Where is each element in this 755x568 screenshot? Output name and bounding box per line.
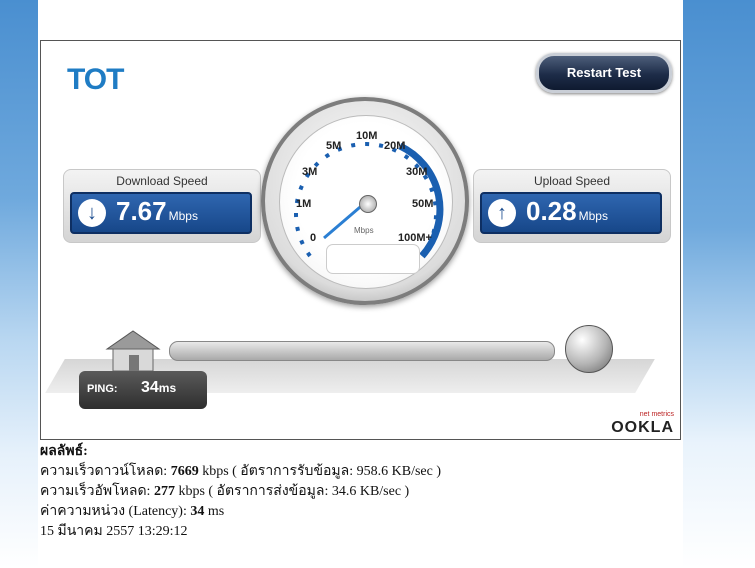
upload-arrow-icon: ↑: [488, 199, 516, 227]
gauge-label-1m: 1M: [296, 198, 312, 210]
tot-logo: TOT: [67, 63, 124, 96]
gauge-label-30m: 30M: [406, 166, 428, 178]
download-speed-title: Download Speed: [116, 174, 208, 188]
gauge-label-3m: 3M: [302, 166, 318, 178]
gauge-label-20m: 20M: [384, 140, 406, 152]
download-speed-value: 7.67 Mbps: [116, 196, 198, 226]
upload-speed-value: 0.28 Mbps: [526, 196, 608, 226]
gauge-face: 0 1M 3M 5M 10M 20M 30M 50M 100M+ Mbps: [279, 115, 453, 289]
speedtest-widget: TOT Restart Test Download Speed ↓ 7.67 Mb…: [40, 40, 681, 440]
gauge-unit: Mbps: [354, 226, 374, 235]
sky-background-left: [0, 0, 38, 568]
restart-test-button[interactable]: Restart Test: [536, 53, 672, 93]
ping-label: PING:: [87, 383, 118, 395]
download-speed-box: ↓ 7.67 Mbps: [70, 192, 252, 234]
ping-box: PING: 34ms: [79, 371, 207, 409]
ookla-logo: net metrics OOKLA: [611, 411, 674, 436]
results-header: ผลลัพธ์:: [40, 444, 88, 459]
download-arrow-icon: ↓: [78, 199, 106, 227]
upload-speed-title: Upload Speed: [533, 174, 611, 188]
download-speed-panel: Download Speed ↓ 7.67 Mbps: [63, 169, 261, 243]
speed-gauge: 0 1M 3M 5M 10M 20M 30M 50M 100M+ Mbps: [261, 97, 469, 305]
globe-icon: [565, 325, 613, 373]
ping-value: 34ms: [141, 379, 177, 396]
result-download-line: ความเร็วดาวน์โหลด: 7669 kbps ( อัตราการร…: [40, 464, 441, 479]
result-upload-line: ความเร็วอัพโหลด: 277 kbps ( อัตราการส่งข…: [40, 484, 410, 499]
gauge-label-0: 0: [310, 232, 317, 244]
upload-speed-panel: Upload Speed ↑ 0.28 Mbps: [473, 169, 671, 243]
house-icon: [105, 330, 161, 372]
upload-speed-box: ↑ 0.28 Mbps: [480, 192, 662, 234]
gauge-hub: [359, 195, 377, 213]
gauge-label-5m: 5M: [326, 140, 342, 152]
gauge-readout: [326, 244, 420, 274]
progress-track: [169, 341, 555, 361]
gauge-label-10m: 10M: [356, 130, 378, 142]
sky-background-right: [683, 0, 755, 568]
gauge-label-50m: 50M: [412, 198, 434, 210]
result-datetime: 15 มีนาคม 2557 13:29:12: [40, 524, 188, 539]
results-section: ผลลัพธ์: ความเร็วดาวน์โหลด: 7669 kbps ( …: [40, 442, 441, 542]
gauge-label-100m: 100M+: [398, 232, 432, 244]
result-latency-line: ค่าความหน่วง (Latency): 34 ms: [40, 504, 225, 519]
